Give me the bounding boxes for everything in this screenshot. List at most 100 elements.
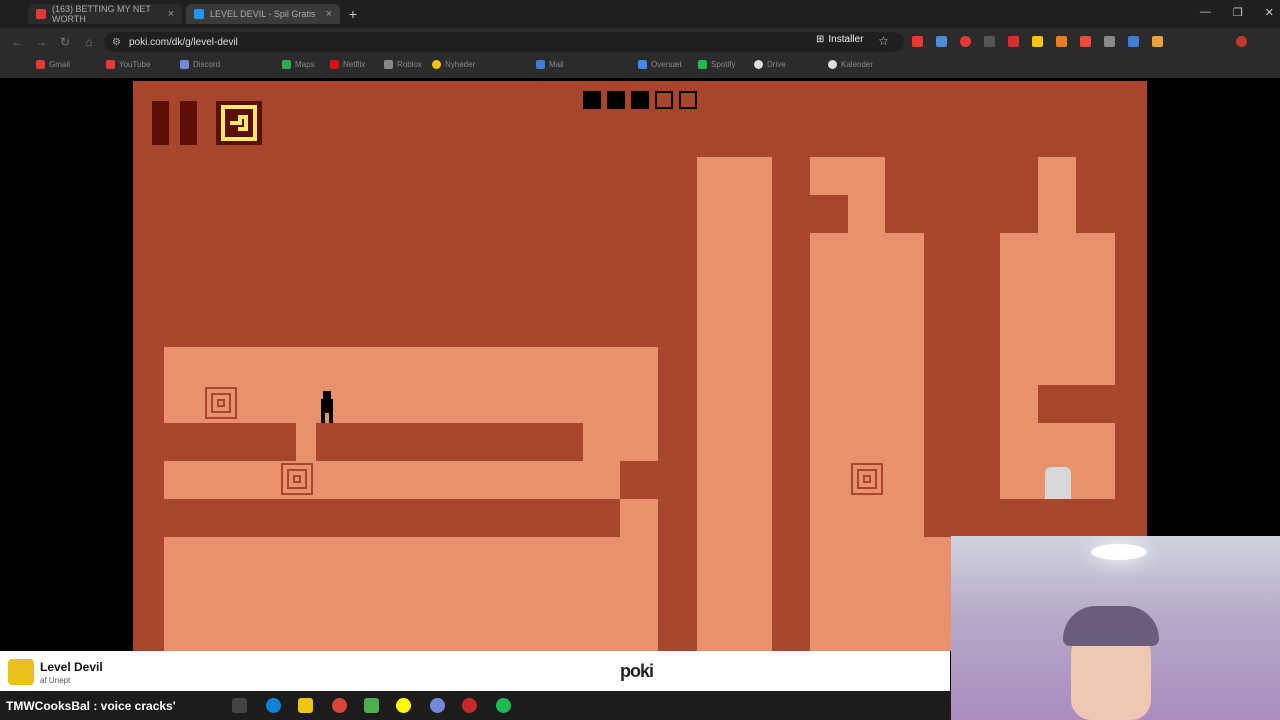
bookmark-item[interactable]: Gmail	[36, 60, 70, 69]
platform	[164, 499, 620, 537]
notch	[810, 195, 848, 233]
player-character	[321, 391, 333, 423]
extension-icon[interactable]	[1152, 36, 1163, 47]
tab-title: (163) BETTING MY NET WORTH	[52, 4, 151, 24]
reload-icon[interactable]: ↻	[58, 35, 72, 49]
tab-title: LEVEL DEVIL - Spil Gratis	[210, 9, 316, 19]
platform	[316, 423, 583, 461]
pillar	[810, 233, 924, 651]
taskbar: TMWCooksBal : voice cracks'	[0, 691, 951, 720]
browser-tab-bar: (163) BETTING MY NET WORTH × LEVEL DEVIL…	[0, 0, 1280, 28]
tab-youtube[interactable]: (163) BETTING MY NET WORTH ×	[28, 4, 182, 24]
bookmark-star-icon[interactable]: ☆	[878, 34, 889, 48]
level-complete-square	[583, 91, 601, 109]
game-thumbnail[interactable]	[8, 659, 34, 685]
extension-icon[interactable]	[1056, 36, 1067, 47]
extension-icon[interactable]	[960, 36, 971, 47]
snapchat-icon[interactable]	[396, 698, 411, 713]
spotify-icon	[698, 60, 707, 69]
chrome-icon[interactable]	[332, 698, 347, 713]
translate-icon	[638, 60, 647, 69]
maximize-icon[interactable]: ❐	[1233, 6, 1243, 19]
pause-button[interactable]	[152, 101, 169, 145]
platform	[620, 461, 658, 499]
site-info-icon[interactable]: ⚙	[112, 37, 121, 48]
game-author: af Unept	[40, 676, 71, 685]
pillar-top	[1038, 157, 1076, 233]
close-icon[interactable]: ×	[326, 8, 332, 20]
poki-logo[interactable]: poki	[620, 661, 654, 682]
close-icon[interactable]: ×	[168, 8, 174, 20]
restart-icon	[221, 105, 257, 141]
spike-trap	[851, 463, 883, 495]
minimize-icon[interactable]: —	[1200, 6, 1211, 19]
mail-icon	[536, 60, 545, 69]
bookmark-label: Maps	[295, 60, 315, 69]
youtube-icon	[106, 60, 115, 69]
roblox-icon	[384, 60, 393, 69]
spike-trap	[281, 463, 313, 495]
extension-icon[interactable]	[1104, 36, 1115, 47]
pause-button[interactable]	[180, 101, 197, 145]
bookmark-label: Kalender	[841, 60, 874, 69]
poki-icon	[194, 9, 204, 19]
tab-poki[interactable]: LEVEL DEVIL - Spil Gratis ×	[186, 4, 340, 24]
extension-icon[interactable]	[1128, 36, 1139, 47]
spike-trap	[205, 387, 237, 419]
level-pending-square	[679, 91, 697, 109]
game-title: Level Devil	[40, 660, 103, 674]
bookmark-item[interactable]: Oversæt	[638, 60, 682, 69]
game-info-bar: Level Devil af Unept poki	[0, 651, 950, 691]
bookmark-label: Mail	[549, 60, 564, 69]
task-view-icon[interactable]	[232, 698, 247, 713]
bookmark-label: Discord	[193, 60, 221, 69]
restart-button[interactable]	[216, 101, 262, 145]
door-opening	[1045, 467, 1071, 499]
forward-icon[interactable]: →	[34, 35, 48, 49]
bookmark-item[interactable]: Spotify	[698, 60, 735, 69]
calendar-icon	[828, 60, 837, 69]
bookmark-item[interactable]: Nyheder	[432, 60, 475, 69]
new-tab-button[interactable]: +	[344, 5, 362, 23]
obs-icon[interactable]	[462, 698, 477, 713]
bookmark-item[interactable]: YouTube	[106, 60, 150, 69]
extension-icon[interactable]	[912, 36, 923, 47]
profile-avatar[interactable]	[1236, 36, 1247, 47]
spotify-icon[interactable]	[496, 698, 511, 713]
close-window-icon[interactable]: ✕	[1265, 6, 1274, 19]
pillar	[1000, 233, 1115, 499]
discord-icon	[180, 60, 189, 69]
bookmark-item[interactable]: Netflix	[330, 60, 365, 69]
bookmark-label: Drive	[767, 60, 786, 69]
bookmark-label: Spotify	[711, 60, 736, 69]
home-icon[interactable]: ⌂	[82, 35, 96, 49]
install-app-button[interactable]: ⊞ Installer	[816, 34, 863, 45]
edge-icon[interactable]	[266, 698, 281, 713]
level-pending-square	[655, 91, 673, 109]
back-icon[interactable]: ←	[10, 35, 24, 49]
exit-door	[1041, 463, 1075, 499]
floor-area	[924, 537, 952, 651]
extension-icon[interactable]	[1032, 36, 1043, 47]
level-complete-square	[607, 91, 625, 109]
bookmark-item[interactable]: Drive	[754, 60, 786, 69]
discord-icon[interactable]	[430, 698, 445, 713]
window-controls: — ❐ ✕	[1200, 6, 1274, 19]
extension-icon[interactable]	[984, 36, 995, 47]
bookmark-item[interactable]: Maps	[282, 60, 315, 69]
extension-icon[interactable]	[936, 36, 947, 47]
news-icon	[432, 60, 441, 69]
bookmark-label: Oversæt	[651, 60, 682, 69]
extension-icon[interactable]	[1008, 36, 1019, 47]
extension-icon[interactable]	[1080, 36, 1091, 47]
ceiling-lamp	[1091, 544, 1147, 560]
youtube-icon	[36, 60, 45, 69]
bookmark-item[interactable]: Mail	[536, 60, 564, 69]
minecraft-icon[interactable]	[364, 698, 379, 713]
address-bar[interactable]: ⚙ poki.com/dk/g/level-devil	[104, 32, 904, 52]
file-explorer-icon[interactable]	[298, 698, 313, 713]
bookmark-item[interactable]: Kalender	[828, 60, 873, 69]
bookmark-item[interactable]: Discord	[180, 60, 220, 69]
platform	[164, 423, 296, 461]
bookmark-item[interactable]: Roblox	[384, 60, 422, 69]
